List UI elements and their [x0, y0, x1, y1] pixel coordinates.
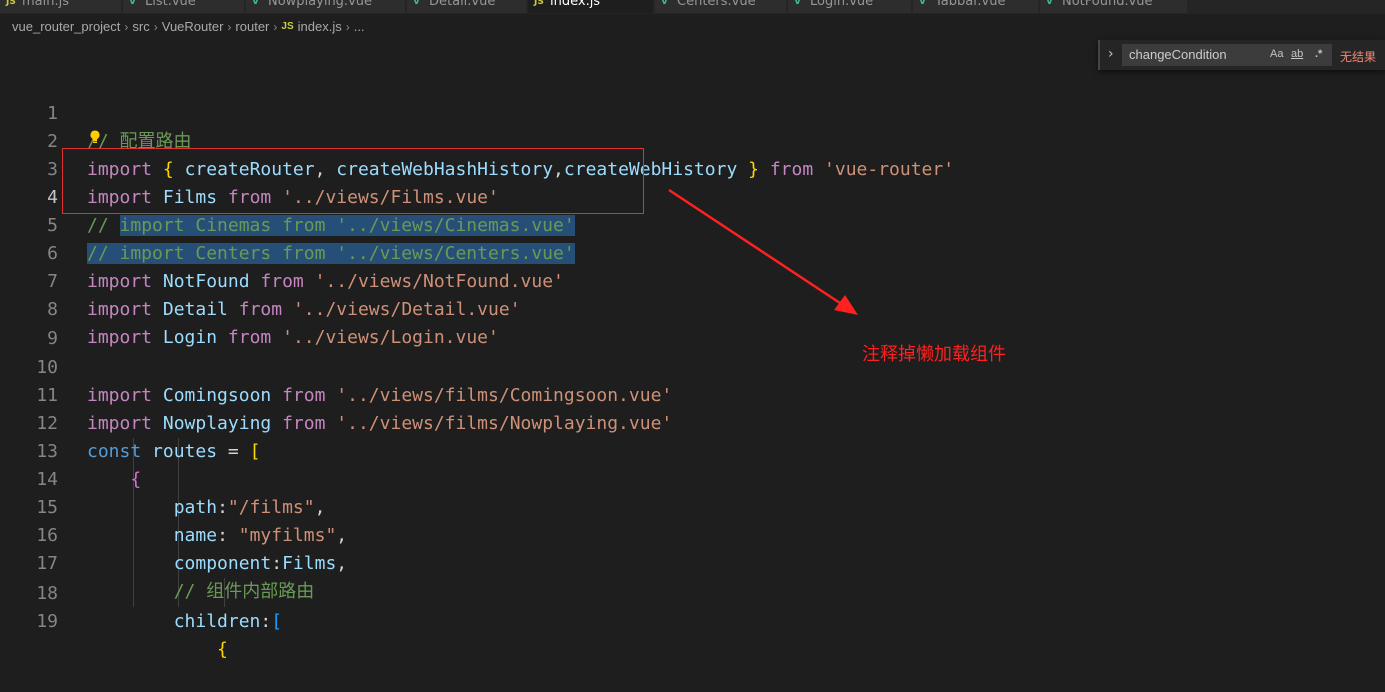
line-number: 19 — [36, 611, 58, 632]
annotation-arrow-icon — [668, 188, 858, 315]
annotation-note: 注释掉懒加载组件 — [862, 344, 1006, 365]
brace: { — [217, 639, 228, 660]
punctuation: : — [260, 611, 272, 632]
bracket: [ — [271, 611, 283, 632]
property-key: children — [173, 611, 261, 632]
